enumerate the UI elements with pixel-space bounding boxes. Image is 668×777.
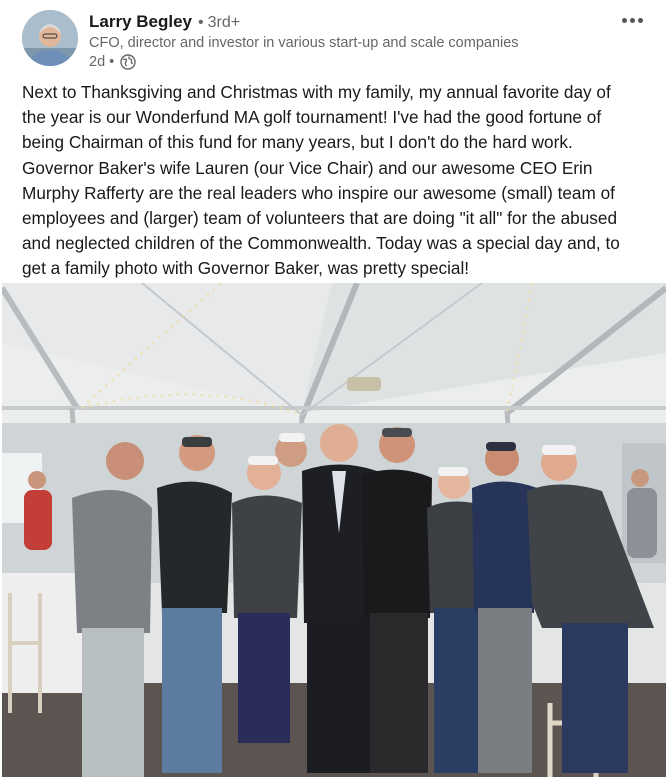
connection-degree: 3rd+ xyxy=(207,14,241,31)
meta-separator-dot: • xyxy=(109,54,115,70)
post-header: Larry Begley • 3rd+ CFO, director and in… xyxy=(0,0,668,76)
more-options-button[interactable] xyxy=(616,8,648,32)
author-name[interactable]: Larry Begley xyxy=(89,12,192,32)
post-image[interactable] xyxy=(2,283,666,777)
globe-icon xyxy=(120,54,136,70)
ellipsis-icon xyxy=(621,17,627,23)
post-time: 2d xyxy=(89,54,106,70)
profile-photo-icon xyxy=(22,10,78,66)
group-photo-illustration xyxy=(2,283,666,777)
post-body-text: Next to Thanksgiving and Christmas with … xyxy=(22,82,620,279)
post-meta: 2d • xyxy=(89,53,136,71)
author-headline: CFO, director and investor in various st… xyxy=(89,35,519,51)
author-avatar[interactable] xyxy=(22,10,78,66)
separator-dot: • xyxy=(198,14,204,31)
author-name-row: Larry Begley • 3rd+ xyxy=(89,12,240,34)
feed-post-card: Larry Begley • 3rd+ CFO, director and in… xyxy=(0,0,668,777)
